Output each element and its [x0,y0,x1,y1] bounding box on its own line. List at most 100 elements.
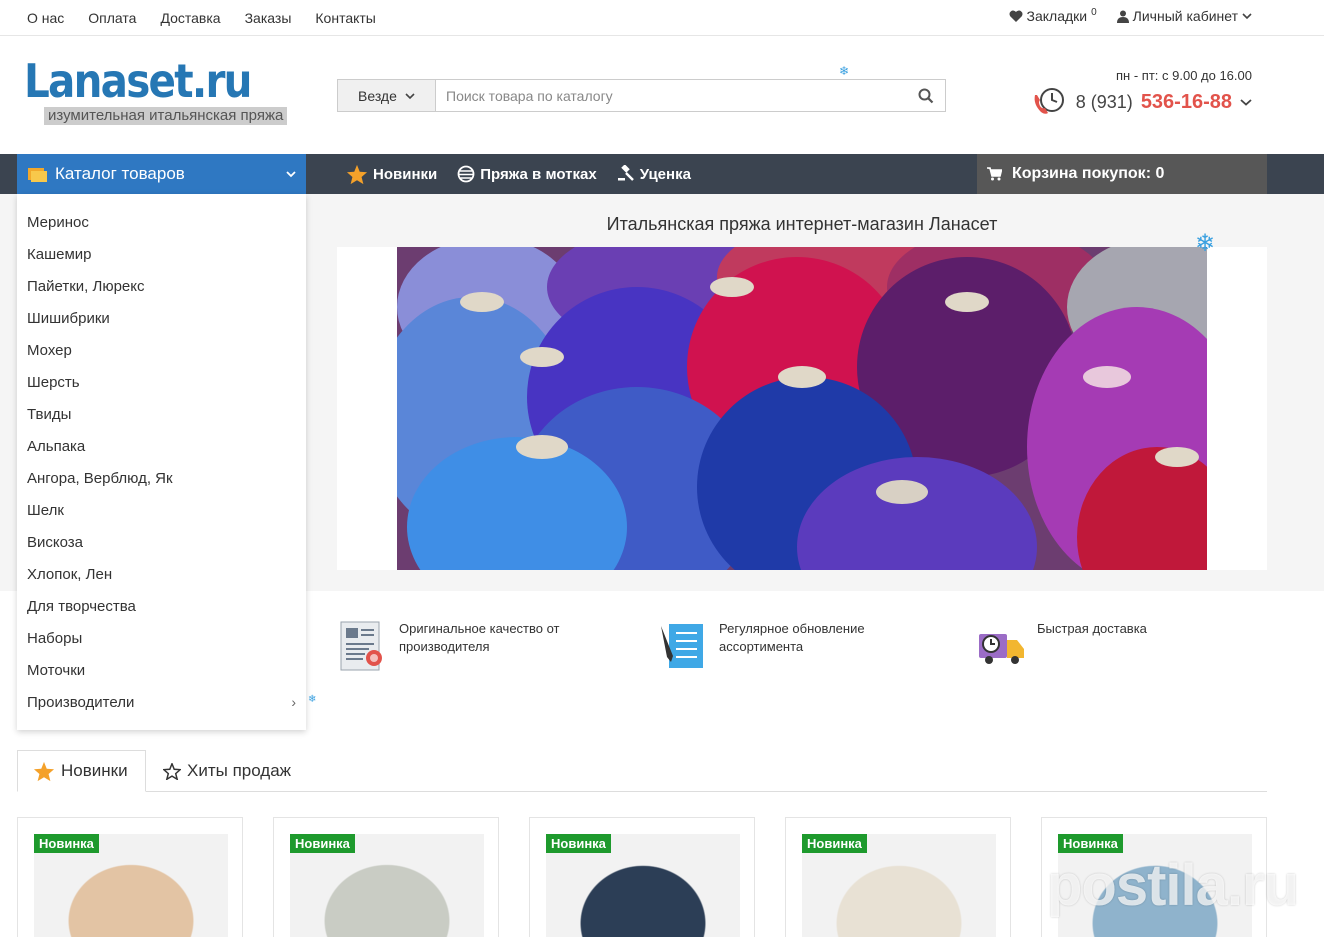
account-link[interactable]: Личный кабинет [1116,8,1252,24]
top-nav-delivery[interactable]: Доставка [160,10,220,26]
nav-links: Новинки Пряжа в мотках Уценка [346,154,691,194]
tab-new[interactable]: Новинки [17,750,146,792]
bookmarks-count: 0 [1091,6,1097,18]
nav-link-skeins[interactable]: Пряжа в мотках [457,165,597,183]
catalog-item-creative[interactable]: Для творчества [27,598,136,615]
top-bar: О нас Оплата Доставка Заказы Контакты За… [0,0,1324,36]
main-navbar: Каталог товаров Новинки Пряжа в мотках У… [0,154,1324,194]
phone-block[interactable]: 8 (931) 536-16-88 [1032,86,1252,118]
phone-clock-icon [1034,88,1064,114]
top-nav-payment[interactable]: Оплата [88,10,136,26]
banner-title: Итальянская пряжа интернет-магазин Ланас… [606,214,998,234]
heart-icon [1009,10,1022,22]
product-card[interactable]: Новинка [785,817,1011,937]
bookmarks-label: Закладки [1026,8,1088,24]
new-badge: Новинка [290,834,355,853]
product-card[interactable]: Новинка [273,817,499,937]
tab-new-label: Новинки [61,761,128,780]
yarn-cones-illustration [397,247,1207,570]
search-input[interactable] [436,80,907,111]
snowflake-icon: ❄ [308,694,317,705]
catalog-item-sets[interactable]: Наборы [27,630,82,647]
catalog-item-alpaca[interactable]: Альпака [27,438,85,455]
delivery-truck-icon [979,634,1024,664]
tab-bestsellers[interactable]: Хиты продаж [163,750,291,792]
feature-assortment-line1: Регулярное обновление [719,621,865,636]
chevron-right-icon: › [291,694,296,710]
chevron-down-icon [405,92,415,99]
catalog-item-shishibriki[interactable]: Шишибрики [27,310,110,327]
top-nav: О нас Оплата Доставка Заказы Контакты [27,10,376,26]
tab-bestsellers-label: Хиты продаж [187,761,292,780]
watermark: postila.ru [1046,853,1299,918]
catalog-item-wool[interactable]: Шерсть [27,374,80,391]
chevron-down-icon [1242,13,1252,20]
feature-quality-text: Оригинальное качество от производителя [399,620,560,672]
snowflake-icon: ❄ [839,64,850,78]
product-card[interactable]: Новинка [17,817,243,937]
top-nav-orders[interactable]: Заказы [245,10,292,26]
feature-assortment-line2: ассортимента [719,639,804,654]
chevron-down-icon [286,171,296,178]
catalog-item-silk[interactable]: Шелк [27,502,64,519]
user-icon [1116,10,1129,23]
cart-icon [987,167,1002,181]
new-badge: Новинка [546,834,611,853]
catalog-item-cashmere[interactable]: Кашемир [27,246,92,263]
logo-text: Lanaset.ru [24,54,252,108]
feature-quality-line1: Оригинальное качество от [399,621,560,636]
logo-tagline: изумительная итальянская пряжа [44,107,288,125]
feature-assortment-text: Регулярное обновление ассортимента [719,620,865,672]
new-badge: Новинка [802,834,867,853]
catalog-item-viscose[interactable]: Вискоза [27,534,83,551]
nav-link-discount[interactable]: Уценка [617,165,691,183]
feature-quality: Оригинальное качество от производителя [339,620,560,672]
top-nav-about[interactable]: О нас [27,10,64,26]
feature-quality-line2: производителя [399,639,490,654]
search-scope-select[interactable]: Везде [338,80,436,111]
search-scope-label: Везде [358,87,397,104]
catalog-item-small-skeins[interactable]: Моточки [27,662,85,679]
site-logo[interactable]: Lanaset.ru изумительная итальянская пряж… [24,58,314,130]
search-button[interactable] [907,80,945,111]
phone-number: 536-16-88 [1140,90,1232,113]
nav-link-skeins-label: Пряжа в мотках [480,165,597,183]
top-right-links: Закладки 0 Личный кабинет [1009,6,1252,24]
catalog-item-angora[interactable]: Ангора, Верблюд, Як [27,470,173,487]
folders-icon [28,168,47,182]
catalog-item-tweed[interactable]: Твиды [27,406,71,423]
catalog-button-label: Каталог товаров [55,164,185,183]
nav-link-new-label: Новинки [373,165,438,183]
search-bar: Везде [337,79,946,112]
phone-prefix: 8 (931) [1075,91,1133,112]
product-card[interactable]: Новинка [529,817,755,937]
top-nav-contacts[interactable]: Контакты [315,10,375,26]
nav-link-new[interactable]: Новинки [346,164,437,185]
star-filled-icon [33,761,55,781]
bookmarks-link[interactable]: Закладки 0 [1009,6,1097,24]
search-icon [918,88,934,103]
star-icon [346,164,368,184]
catalog-item-mohair[interactable]: Мохер [27,342,72,359]
star-outline-icon [163,762,181,780]
gavel-icon [617,165,634,181]
catalog-item-sequins[interactable]: Пайетки, Люрекс [27,278,145,295]
catalog-item-merino[interactable]: Меринос [27,214,89,231]
banner-image[interactable] [397,247,1207,570]
feature-delivery: Быстрая доставка [977,620,1147,672]
new-badge: Новинка [34,834,99,853]
cart-button[interactable]: Корзина покупок: 0 [977,154,1267,194]
catalog-item-cotton[interactable]: Хлопок, Лен [27,566,112,583]
snowflake-icon: ❄ [1195,230,1216,257]
account-label: Личный кабинет [1132,8,1238,24]
nav-link-discount-label: Уценка [639,165,691,183]
checklist-icon [661,624,703,668]
feature-delivery-text: Быстрая доставка [1037,620,1147,672]
catalog-menu: Меринос Кашемир Пайетки, Люрекс Шишибрик… [17,194,306,730]
yarn-ball-icon [457,165,475,183]
catalog-button[interactable]: Каталог товаров [17,154,306,194]
chevron-down-icon [1240,99,1252,106]
catalog-item-manufacturers[interactable]: Производители [27,694,134,711]
working-hours: пн - пт: с 9.00 до 16.00 [1116,68,1252,83]
feature-assortment: Регулярное обновление ассортимента [659,620,865,672]
